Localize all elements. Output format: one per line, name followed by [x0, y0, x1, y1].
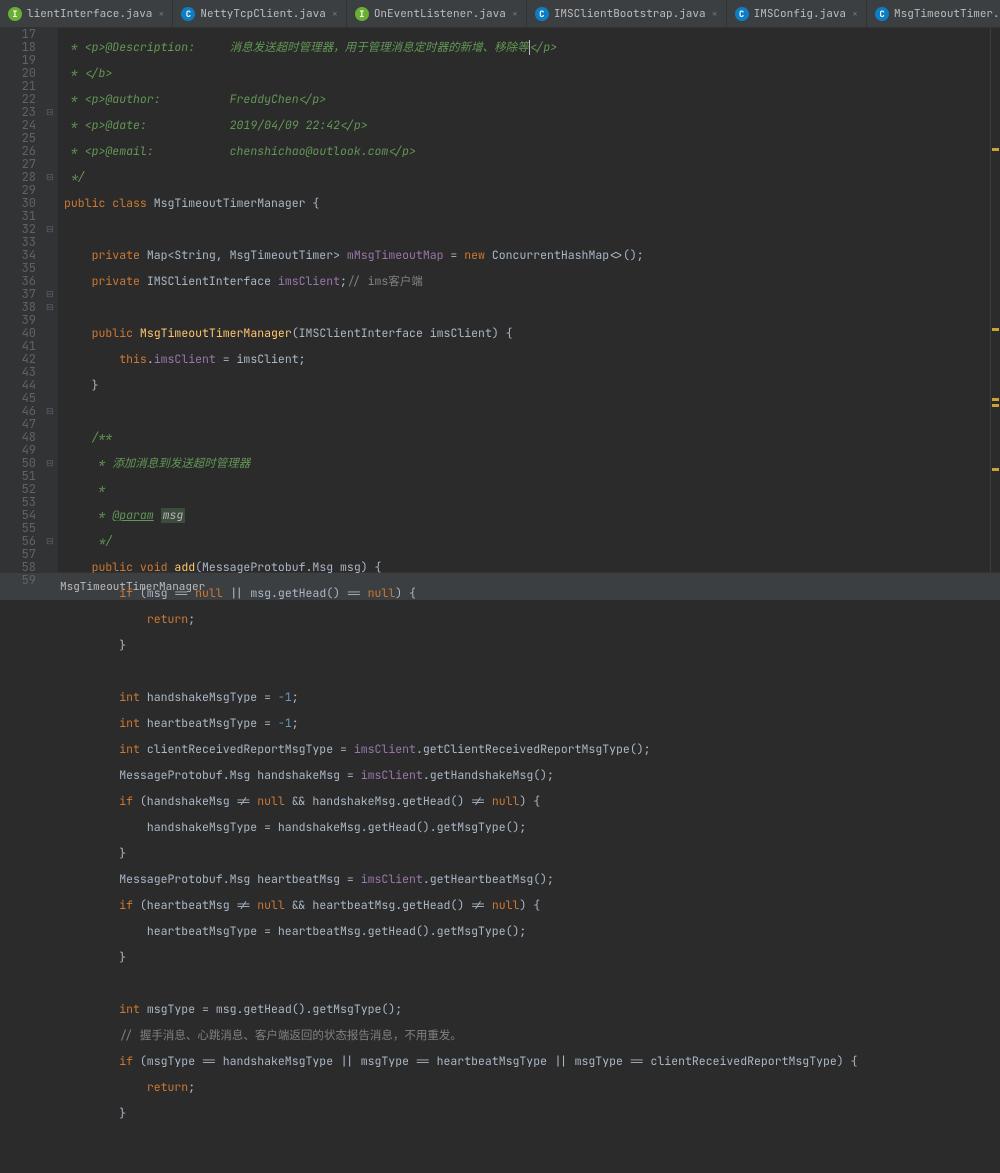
fold-toggle-icon[interactable]: ⊟ [46, 405, 54, 417]
editor-area: 1718192021222324252627282930313233343536… [0, 28, 1000, 572]
tab-ims-client-bootstrap[interactable]: CIMSClientBootstrap.java× [527, 0, 727, 27]
fold-gutter[interactable]: ⊟⊟⊟⊟⊟⊟⊟⊟ [44, 28, 58, 572]
scroll-warning-mark[interactable] [992, 328, 999, 331]
scroll-warning-mark[interactable] [992, 404, 999, 407]
close-icon[interactable]: × [852, 7, 858, 20]
scroll-warning-mark[interactable] [992, 148, 999, 151]
scroll-warning-mark[interactable] [992, 468, 999, 471]
tab-msg-timeout-timer[interactable]: CMsgTimeoutTimer.java× [867, 0, 1000, 27]
fold-toggle-icon[interactable]: ⊟ [46, 106, 54, 118]
tab-ims-config[interactable]: CIMSConfig.java× [727, 0, 867, 27]
close-icon[interactable]: × [332, 7, 338, 20]
close-icon[interactable]: × [712, 7, 718, 20]
scroll-warning-mark[interactable] [992, 398, 999, 401]
scroll-map[interactable] [990, 28, 1000, 572]
fold-toggle-icon[interactable]: ⊟ [46, 288, 54, 300]
tab-on-event-listener[interactable]: IOnEventListener.java× [347, 0, 527, 27]
fold-toggle-icon[interactable]: ⊟ [46, 171, 54, 183]
code-area[interactable]: * <p>@Description: 消息发送超时管理器，用于管理消息定时器的新… [58, 28, 990, 572]
close-icon[interactable]: × [512, 7, 518, 20]
tab-netty-tcp-client[interactable]: CNettyTcpClient.java× [173, 0, 346, 27]
line-number-gutter[interactable]: 1718192021222324252627282930313233343536… [0, 28, 44, 572]
class-icon: C [535, 7, 549, 21]
fold-toggle-icon[interactable]: ⊟ [46, 535, 54, 547]
interface-icon: I [355, 7, 369, 21]
tab-lient-interface[interactable]: IlientInterface.java× [0, 0, 173, 27]
fold-toggle-icon[interactable]: ⊟ [46, 223, 54, 235]
class-icon: C [735, 7, 749, 21]
close-icon[interactable]: × [158, 7, 164, 20]
fold-toggle-icon[interactable]: ⊟ [46, 301, 54, 313]
fold-toggle-icon[interactable]: ⊟ [46, 457, 54, 469]
interface-icon: I [8, 7, 22, 21]
editor-tabs: IlientInterface.java× CNettyTcpClient.ja… [0, 0, 1000, 28]
class-icon: C [181, 7, 195, 21]
class-icon: C [875, 7, 889, 21]
